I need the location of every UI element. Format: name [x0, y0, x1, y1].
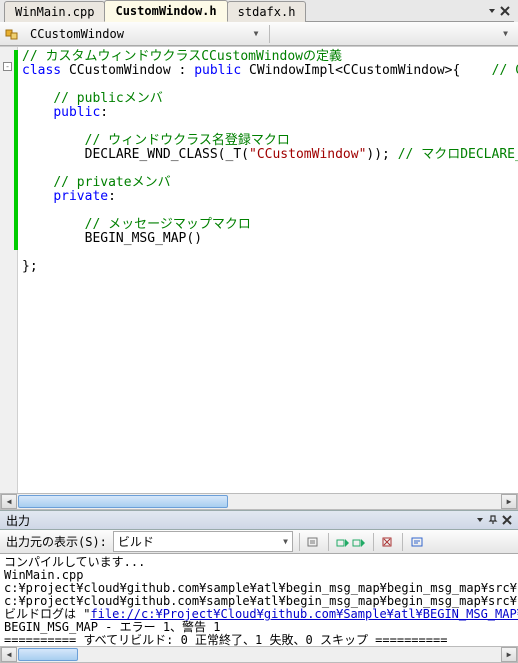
chevron-down-icon: ▼: [254, 29, 259, 38]
scroll-right-icon[interactable]: ▶: [501, 647, 517, 662]
output-text[interactable]: コンパイルしています... WinMain.cpp c:¥project¥clo…: [0, 554, 518, 646]
code-content[interactable]: // カスタムウィンドウクラスCCustomWindowの定義 class CC…: [18, 47, 518, 493]
close-icon[interactable]: [500, 6, 510, 16]
prev-message-icon[interactable]: [335, 534, 351, 550]
find-message-icon[interactable]: [306, 534, 322, 550]
navigation-bar: CCustomWindow ▼ ▼: [0, 22, 518, 46]
panel-menu-dropdown-icon[interactable]: [476, 516, 484, 524]
tab-winmain[interactable]: WinMain.cpp: [4, 1, 105, 22]
scroll-track[interactable]: [17, 494, 501, 509]
next-message-icon[interactable]: [351, 534, 367, 550]
code-editor[interactable]: - // カスタムウィンドウクラスCCustomWindowの定義 class …: [0, 46, 518, 493]
output-source-label: 出力元の表示(S):: [6, 533, 107, 550]
output-horizontal-scrollbar[interactable]: ◀ ▶: [0, 646, 518, 663]
scope-label: CCustomWindow: [30, 27, 124, 41]
editor-horizontal-scrollbar[interactable]: ◀ ▶: [0, 493, 518, 510]
scroll-left-icon[interactable]: ◀: [1, 494, 17, 509]
clear-all-icon[interactable]: [380, 534, 396, 550]
scope-dropdown[interactable]: CCustomWindow ▼: [24, 27, 265, 41]
output-source-value: ビルド: [118, 533, 154, 550]
output-toolbar: 出力元の表示(S): ビルド ▼: [0, 530, 518, 554]
fold-toggle-icon[interactable]: -: [3, 62, 12, 71]
file-tabs: WinMain.cpp CustomWindow.h stdafx.h: [0, 0, 518, 22]
output-panel-title: 出力: [6, 512, 476, 529]
scroll-track[interactable]: [17, 647, 501, 662]
chevron-down-icon: ▼: [503, 29, 508, 38]
chevron-down-icon: ▼: [283, 537, 288, 546]
scroll-right-icon[interactable]: ▶: [501, 494, 517, 509]
toggle-wrap-icon[interactable]: [409, 534, 425, 550]
close-icon[interactable]: [502, 515, 512, 525]
build-log-link[interactable]: file://c:¥Project¥Cloud¥github.com¥Sampl…: [90, 607, 518, 621]
class-icon: [4, 26, 20, 42]
scroll-left-icon[interactable]: ◀: [1, 647, 17, 662]
output-panel-titlebar[interactable]: 出力: [0, 510, 518, 530]
scroll-thumb[interactable]: [18, 495, 228, 508]
member-dropdown[interactable]: ▼: [274, 29, 515, 38]
scroll-thumb[interactable]: [18, 648, 78, 661]
pin-icon[interactable]: [488, 515, 498, 525]
tab-stdafx[interactable]: stdafx.h: [227, 1, 307, 22]
change-marker: [14, 50, 18, 250]
editor-gutter[interactable]: -: [0, 47, 18, 493]
output-source-dropdown[interactable]: ビルド ▼: [113, 531, 293, 552]
tab-customwindow[interactable]: CustomWindow.h: [104, 0, 227, 22]
tab-menu-dropdown-icon[interactable]: [488, 7, 496, 15]
